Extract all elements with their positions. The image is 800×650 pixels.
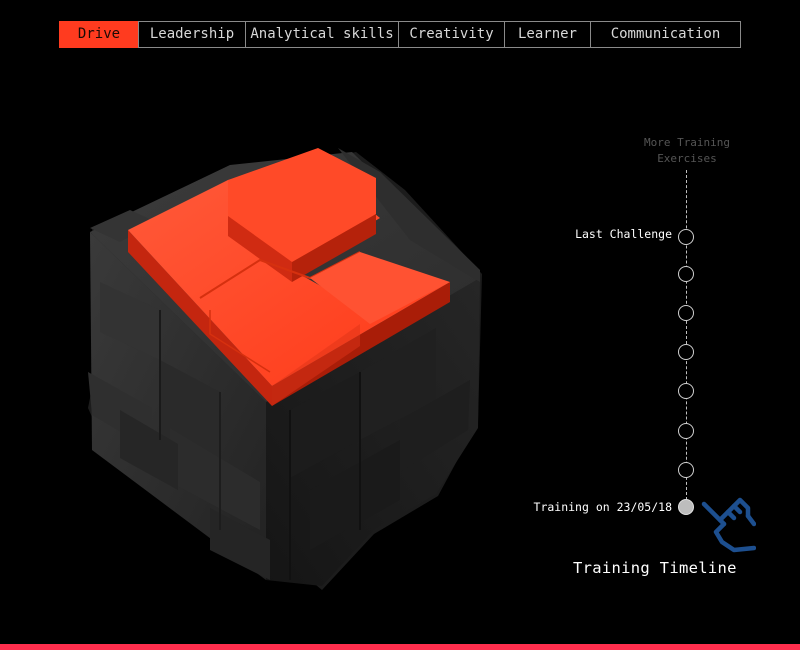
timeline-node[interactable] [678, 305, 694, 321]
tab-creativity[interactable]: Creativity [398, 21, 505, 48]
more-training-exercises-link[interactable]: More Training Exercises [612, 135, 762, 167]
skill-cube-graphic [88, 148, 482, 590]
timeline-node-selected[interactable] [678, 499, 694, 515]
last-challenge-label: Last Challenge [575, 227, 672, 241]
skill-tabs: Drive Leadership Analytical skills Creat… [59, 21, 741, 48]
timeline-line [686, 170, 687, 500]
skill-cube[interactable] [60, 110, 520, 600]
tab-leadership[interactable]: Leadership [138, 21, 246, 48]
timeline-node[interactable] [678, 344, 694, 360]
timeline-node-last-challenge[interactable] [678, 229, 694, 245]
pointing-hand-icon [701, 497, 756, 553]
bottom-accent-bar [0, 644, 800, 650]
tab-drive[interactable]: Drive [59, 21, 139, 48]
timeline-node[interactable] [678, 462, 694, 478]
timeline-node[interactable] [678, 423, 694, 439]
timeline-node[interactable] [678, 266, 694, 282]
page: Drive Leadership Analytical skills Creat… [0, 0, 800, 650]
tab-communication[interactable]: Communication [590, 21, 741, 48]
tab-learner[interactable]: Learner [504, 21, 591, 48]
timeline-node[interactable] [678, 383, 694, 399]
training-timeline-title: Training Timeline [573, 559, 737, 577]
tab-analytical-skills[interactable]: Analytical skills [245, 21, 399, 48]
training-date-label: Training on 23/05/18 [533, 500, 672, 514]
